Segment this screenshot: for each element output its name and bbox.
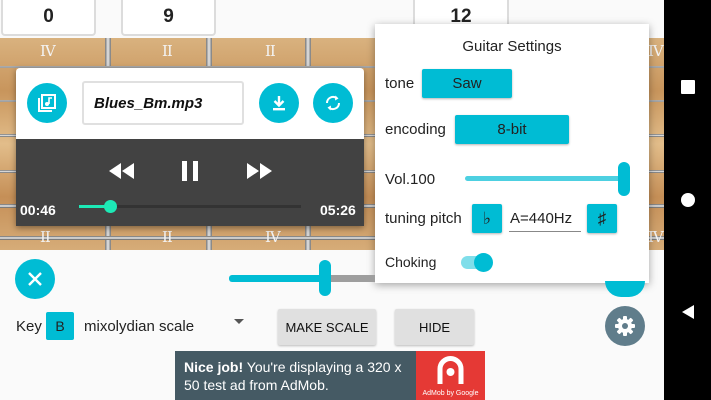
rewind-icon — [109, 163, 134, 179]
app-screen: IV II II IV IV II II IV IV IV 0 9 12 Blu… — [0, 0, 664, 400]
volume-slider-thumb[interactable] — [618, 162, 630, 196]
fret-marker: II — [40, 228, 51, 246]
system-nav-bar — [664, 0, 711, 400]
music-file-icon — [38, 94, 56, 112]
download-button[interactable] — [259, 83, 299, 123]
player-header: Blues_Bm.mp3 — [16, 68, 364, 139]
repeat-button[interactable] — [313, 83, 353, 123]
fret-marker: II — [265, 42, 276, 60]
fret-marker: II — [162, 228, 173, 246]
admob-logo: AdMob by Google — [416, 351, 485, 400]
ad-bold-text: Nice job! — [184, 359, 244, 375]
ad-banner[interactable]: Nice job! You're displaying a 320 x 50 t… — [175, 351, 485, 400]
main-slider-rest — [325, 275, 375, 282]
recents-button[interactable] — [664, 67, 711, 107]
fast-forward-icon — [247, 163, 272, 179]
gear-icon — [615, 316, 635, 336]
tone-button[interactable]: Saw — [422, 69, 512, 98]
scale-selector[interactable]: mixolydian scale — [84, 318, 194, 335]
tuning-pitch-field[interactable]: A=440Hz — [509, 205, 581, 232]
ad-text: Nice job! You're displaying a 320 x 50 t… — [184, 358, 414, 394]
key-selector[interactable]: B — [46, 312, 74, 340]
choking-label: Choking — [385, 254, 437, 270]
music-player: Blues_Bm.mp3 00:46 05:26 — [16, 68, 364, 226]
home-button[interactable] — [664, 180, 711, 220]
volume-label: Vol.100 — [385, 171, 436, 188]
music-file-button[interactable] — [27, 83, 67, 123]
choking-toggle-thumb — [474, 253, 493, 272]
admob-icon — [437, 356, 464, 384]
fret-marker: IV — [648, 42, 664, 60]
encoding-button[interactable]: 8-bit — [455, 115, 569, 144]
home-icon — [680, 193, 695, 207]
hide-button[interactable]: HIDE — [395, 309, 474, 345]
pause-icon — [182, 161, 198, 181]
admob-caption: AdMob by Google — [422, 390, 479, 397]
settings-title: Guitar Settings — [462, 38, 562, 55]
repeat-icon — [325, 95, 341, 111]
tone-label: tone — [385, 75, 415, 92]
back-button[interactable] — [664, 292, 711, 332]
sharp-button[interactable]: ♯ — [587, 204, 617, 233]
pause-button[interactable] — [173, 154, 207, 188]
rewind-button[interactable] — [104, 154, 138, 188]
close-button[interactable] — [15, 259, 55, 299]
hidden-fab[interactable] — [605, 281, 645, 297]
guitar-settings-panel: Guitar Settings tone Saw encoding 8-bit … — [375, 24, 649, 283]
seek-bar[interactable] — [79, 200, 301, 213]
encoding-label: encoding — [385, 121, 446, 138]
fast-forward-button[interactable] — [243, 154, 277, 188]
player-controls — [16, 139, 364, 226]
fret-marker: IV — [265, 228, 281, 246]
fret-marker: IV — [40, 42, 56, 60]
current-time: 00:46 — [20, 202, 56, 218]
fret-marker: II — [162, 42, 173, 60]
total-time: 05:26 — [320, 202, 356, 218]
choking-toggle[interactable] — [461, 253, 493, 272]
settings-button[interactable] — [605, 306, 645, 346]
close-icon — [28, 272, 42, 286]
counter-left: 0 — [1, 0, 96, 36]
main-slider-fill — [229, 275, 325, 282]
main-slider-thumb[interactable] — [319, 260, 331, 296]
fret-marker: IV — [648, 228, 664, 246]
main-slider[interactable] — [229, 260, 375, 296]
volume-slider[interactable] — [465, 162, 630, 196]
key-label: Key — [16, 318, 42, 335]
dropdown-arrow-icon[interactable] — [233, 318, 245, 326]
seek-bar-thumb[interactable] — [104, 200, 118, 213]
filename-display: Blues_Bm.mp3 — [82, 81, 244, 125]
download-icon — [273, 96, 285, 111]
flat-button[interactable]: ♭ — [472, 204, 502, 233]
counter-middle: 9 — [121, 0, 216, 36]
make-scale-button[interactable]: MAKE SCALE — [278, 309, 376, 345]
tuning-pitch-label: tuning pitch — [385, 210, 462, 227]
back-icon — [681, 305, 694, 319]
recents-icon — [680, 80, 695, 94]
